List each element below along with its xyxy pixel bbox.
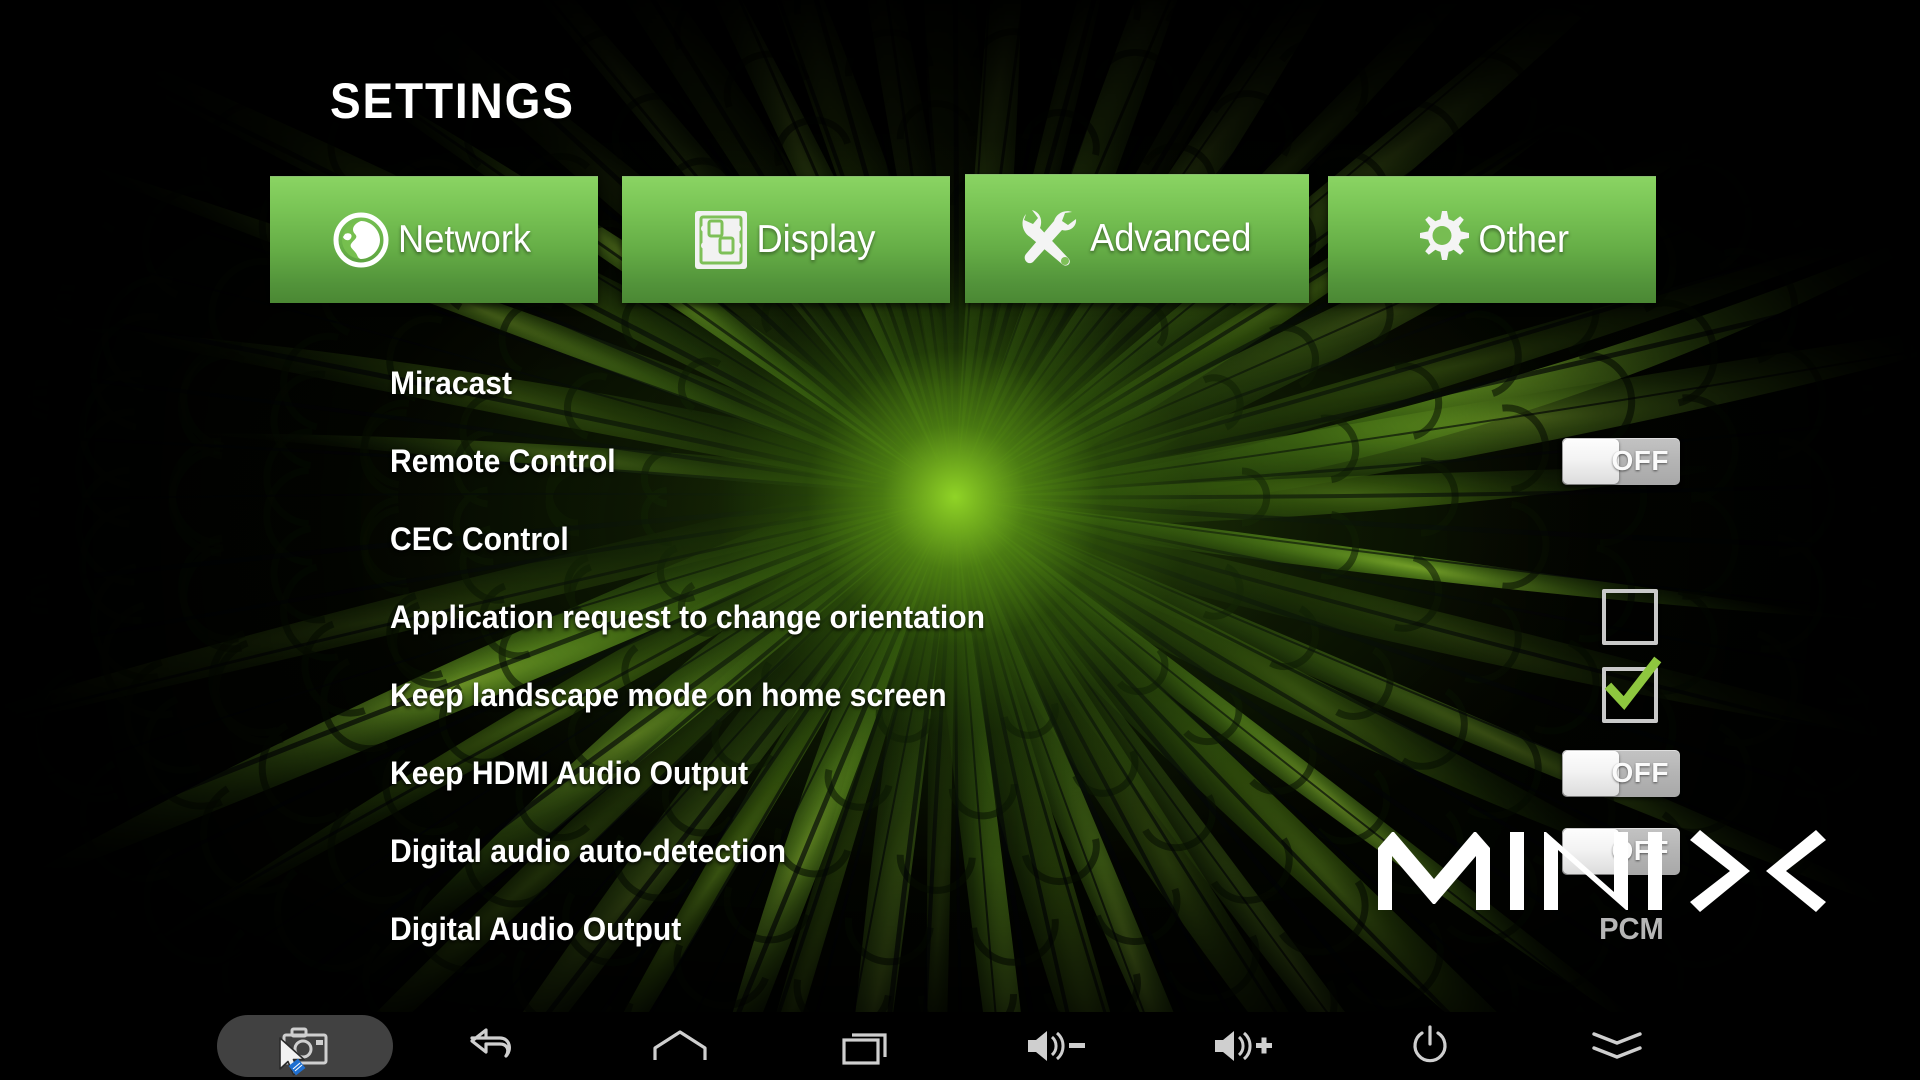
- nav-home[interactable]: [590, 1012, 770, 1080]
- setting-label: Keep landscape mode on home screen: [390, 676, 947, 713]
- home-icon[interactable]: [652, 1029, 708, 1063]
- nav-back[interactable]: [402, 1012, 582, 1080]
- setting-row[interactable]: Miracast: [390, 355, 1680, 411]
- tab-label: Advanced: [1090, 217, 1252, 260]
- tab-display[interactable]: Display: [622, 176, 950, 303]
- sliders-icon: [695, 211, 748, 269]
- toggle-switch[interactable]: OFF: [1562, 749, 1680, 797]
- setting-label: Miracast: [390, 364, 513, 401]
- toggle-state: OFF: [1611, 445, 1669, 476]
- nav-collapse[interactable]: [1527, 1012, 1707, 1080]
- tab-advanced[interactable]: Advanced: [965, 174, 1309, 303]
- setting-row[interactable]: Remote Control OFF: [390, 433, 1680, 489]
- nav-volume-down[interactable]: [966, 1012, 1146, 1080]
- nav-volume-up[interactable]: [1153, 1012, 1333, 1080]
- setting-label: Digital audio auto-detection: [390, 832, 787, 869]
- tab-other[interactable]: Other: [1328, 176, 1656, 303]
- toggle-container: OFF: [1562, 437, 1680, 485]
- power-icon[interactable]: [1410, 1025, 1450, 1067]
- android-navigation-bar: [0, 1012, 1920, 1080]
- toggle-container: OFF: [1562, 749, 1680, 797]
- screenshot-icon[interactable]: [282, 1027, 328, 1065]
- tab-network[interactable]: Network: [270, 176, 598, 303]
- recents-icon[interactable]: [842, 1027, 894, 1065]
- setting-row[interactable]: Keep HDMI Audio Output OFF: [390, 745, 1680, 801]
- back-icon[interactable]: [466, 1028, 518, 1064]
- setting-label: Application request to change orientatio…: [390, 598, 985, 635]
- settings-tabbar: Network Display Advanced Other: [0, 0, 1920, 310]
- tab-label: Display: [756, 218, 876, 261]
- setting-row[interactable]: Application request to change orientatio…: [390, 589, 1680, 645]
- nav-power[interactable]: [1340, 1012, 1520, 1080]
- checkbox[interactable]: [1602, 589, 1658, 645]
- settings-screen: SETTINGS Network Display Advanced Other …: [0, 0, 1920, 1080]
- checkbox-container: [1602, 656, 1662, 723]
- nav-recents[interactable]: [778, 1012, 958, 1080]
- tools-icon: [1022, 210, 1077, 266]
- volume-down-icon[interactable]: [1025, 1028, 1087, 1064]
- check-mark-icon: [1604, 656, 1662, 710]
- setting-row[interactable]: Keep landscape mode on home screen: [390, 656, 1680, 723]
- setting-label: CEC Control: [390, 520, 569, 557]
- setting-row[interactable]: CEC Control: [390, 511, 1680, 567]
- toggle-switch[interactable]: OFF: [1562, 437, 1680, 485]
- minix-logo: [1378, 830, 1826, 917]
- setting-label: Remote Control: [390, 442, 616, 479]
- gear-icon: [1420, 211, 1470, 260]
- setting-label: Digital Audio Output: [390, 910, 682, 947]
- checkbox-container: [1602, 589, 1658, 645]
- checkbox[interactable]: [1602, 656, 1662, 723]
- tab-label: Other: [1478, 218, 1570, 261]
- globe-icon: [333, 212, 389, 268]
- nav-screenshot[interactable]: [215, 1012, 395, 1080]
- toggle-state: OFF: [1611, 757, 1669, 788]
- setting-label: Keep HDMI Audio Output: [390, 754, 749, 791]
- collapse-icon[interactable]: [1590, 1029, 1644, 1063]
- tab-label: Network: [398, 218, 532, 261]
- volume-up-icon[interactable]: [1212, 1028, 1274, 1064]
